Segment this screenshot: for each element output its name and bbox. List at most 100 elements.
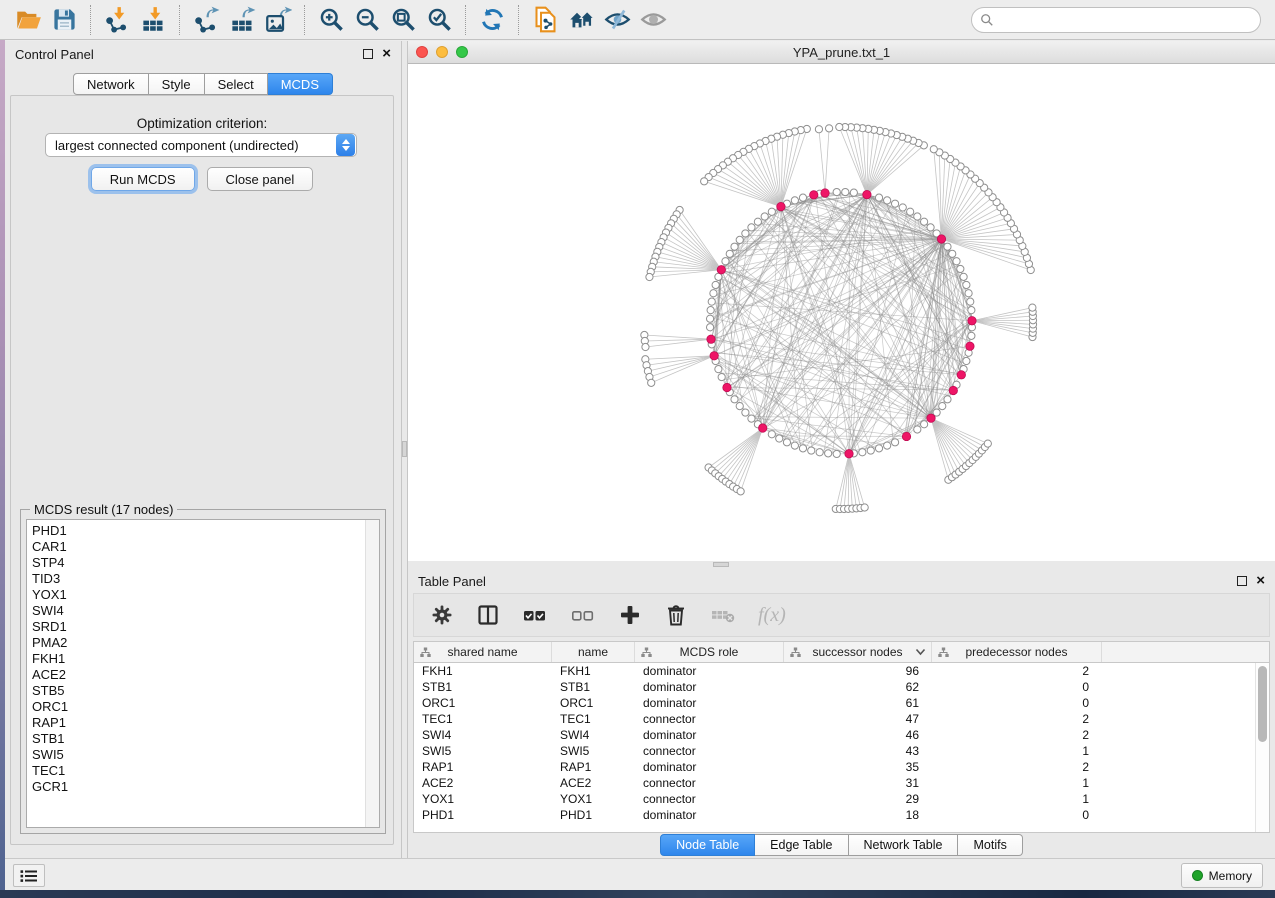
mcds-hub-node[interactable] xyxy=(863,190,871,198)
mcds-hub-node[interactable] xyxy=(821,189,829,197)
mcds-hub-node[interactable] xyxy=(957,371,965,379)
mcds-result-item[interactable]: STP4 xyxy=(32,555,379,571)
table-row[interactable]: FKH1FKH1dominator962 xyxy=(414,663,1255,679)
memory-button[interactable]: Memory xyxy=(1181,863,1263,888)
vertical-splitter[interactable] xyxy=(401,41,408,858)
close-panel-icon[interactable]: × xyxy=(382,49,391,59)
mcds-hub-node[interactable] xyxy=(759,424,767,432)
mcds-hub-node[interactable] xyxy=(723,383,731,391)
table-row[interactable]: ORC1ORC1dominator610 xyxy=(414,695,1255,711)
close-panel-button[interactable]: Close panel xyxy=(207,167,314,191)
mcds-hub-node[interactable] xyxy=(937,235,945,243)
new-network-from-selection-icon[interactable] xyxy=(527,4,563,36)
export-table-icon[interactable] xyxy=(224,4,260,36)
search-input[interactable] xyxy=(1000,12,1252,27)
mcds-hub-node[interactable] xyxy=(777,202,785,210)
horizontal-splitter[interactable] xyxy=(408,561,1275,568)
search-box[interactable] xyxy=(971,7,1261,33)
export-image-icon[interactable] xyxy=(260,4,296,36)
splitter-handle[interactable] xyxy=(713,562,729,567)
mcds-result-item[interactable]: SRD1 xyxy=(32,619,379,635)
network-view[interactable] xyxy=(408,64,1275,561)
table-row[interactable]: PHD1PHD1dominator180 xyxy=(414,807,1255,823)
zoom-out-icon[interactable] xyxy=(349,4,385,36)
window-minimize-icon[interactable] xyxy=(436,46,448,58)
window-maximize-icon[interactable] xyxy=(456,46,468,58)
export-network-icon[interactable] xyxy=(188,4,224,36)
mcds-hub-node[interactable] xyxy=(810,191,818,199)
delete-table-icon[interactable] xyxy=(710,603,736,627)
mcds-result-item[interactable]: ORC1 xyxy=(32,699,379,715)
run-mcds-button[interactable]: Run MCDS xyxy=(91,167,195,191)
table-body[interactable]: FKH1FKH1dominator962STB1STB1dominator620… xyxy=(414,663,1255,832)
mcds-result-item[interactable]: SWI5 xyxy=(32,747,379,763)
refresh-icon[interactable] xyxy=(474,4,510,36)
mcds-hub-node[interactable] xyxy=(949,386,957,394)
zoom-selected-icon[interactable] xyxy=(421,4,457,36)
mcds-hub-node[interactable] xyxy=(845,450,853,458)
column-header-shared-name[interactable]: shared name xyxy=(414,642,552,662)
mcds-result-item[interactable]: TID3 xyxy=(32,571,379,587)
close-panel-icon[interactable]: × xyxy=(1256,576,1265,586)
show-all-icon[interactable] xyxy=(635,4,671,36)
table-row[interactable]: YOX1YOX1connector291 xyxy=(414,791,1255,807)
mcds-result-item[interactable]: SWI4 xyxy=(32,603,379,619)
select-all-icon[interactable] xyxy=(522,603,548,627)
mcds-hub-node[interactable] xyxy=(717,266,725,274)
column-header-name[interactable]: name xyxy=(552,642,635,662)
network-graph[interactable] xyxy=(408,64,1275,561)
mcds-result-item[interactable]: STB5 xyxy=(32,683,379,699)
first-neighbors-icon[interactable] xyxy=(563,4,599,36)
tab-node-table[interactable]: Node Table xyxy=(660,834,755,856)
mcds-hub-node[interactable] xyxy=(710,352,718,360)
mcds-hub-node[interactable] xyxy=(966,342,974,350)
tab-edge-table[interactable]: Edge Table xyxy=(755,834,848,856)
mcds-result-item[interactable]: PMA2 xyxy=(32,635,379,651)
deselect-all-icon[interactable] xyxy=(570,603,596,627)
splitter-handle[interactable] xyxy=(402,441,407,457)
mcds-result-item[interactable]: CAR1 xyxy=(32,539,379,555)
mcds-result-item[interactable]: PHD1 xyxy=(32,523,379,539)
table-settings-icon[interactable] xyxy=(430,603,454,627)
import-network-icon[interactable] xyxy=(99,4,135,36)
tab-select[interactable]: Select xyxy=(205,73,268,95)
import-table-icon[interactable] xyxy=(135,4,171,36)
float-panel-icon[interactable] xyxy=(1237,576,1247,586)
tab-network-table[interactable]: Network Table xyxy=(849,834,959,856)
add-column-icon[interactable] xyxy=(618,603,642,627)
table-row[interactable]: TEC1TEC1connector472 xyxy=(414,711,1255,727)
optimization-criterion-select[interactable]: largest connected component (undirected) xyxy=(45,133,357,157)
tab-motifs[interactable]: Motifs xyxy=(958,834,1022,856)
mcds-result-item[interactable]: RAP1 xyxy=(32,715,379,731)
tab-style[interactable]: Style xyxy=(149,73,205,95)
mcds-result-item[interactable]: TEC1 xyxy=(32,763,379,779)
mcds-hub-node[interactable] xyxy=(902,432,910,440)
mcds-result-item[interactable]: GCR1 xyxy=(32,779,379,795)
table-scrollbar[interactable] xyxy=(1255,663,1269,832)
open-file-icon[interactable] xyxy=(10,4,46,36)
mcds-result-item[interactable]: YOX1 xyxy=(32,587,379,603)
table-row[interactable]: RAP1RAP1dominator352 xyxy=(414,759,1255,775)
column-header-successor-nodes[interactable]: successor nodes xyxy=(784,642,932,662)
table-row[interactable]: SWI5SWI5connector431 xyxy=(414,743,1255,759)
table-row[interactable]: STB1STB1dominator620 xyxy=(414,679,1255,695)
zoom-in-icon[interactable] xyxy=(313,4,349,36)
column-header-MCDS-role[interactable]: MCDS role xyxy=(635,642,784,662)
mcds-hub-node[interactable] xyxy=(927,414,935,422)
mcds-result-scrollbar[interactable] xyxy=(365,520,379,827)
tab-network[interactable]: Network xyxy=(73,73,149,95)
mcds-result-list[interactable]: PHD1CAR1STP4TID3YOX1SWI4SRD1PMA2FKH1ACE2… xyxy=(26,519,380,828)
zoom-fit-icon[interactable] xyxy=(385,4,421,36)
function-builder-icon[interactable]: f(x) xyxy=(758,604,786,627)
mcds-result-item[interactable]: STB1 xyxy=(32,731,379,747)
network-titlebar[interactable]: YPA_prune.txt_1 xyxy=(408,41,1275,64)
window-close-icon[interactable] xyxy=(416,46,428,58)
mcds-result-item[interactable]: FKH1 xyxy=(32,651,379,667)
float-panel-icon[interactable] xyxy=(363,49,373,59)
mcds-hub-node[interactable] xyxy=(968,317,976,325)
tab-mcds[interactable]: MCDS xyxy=(268,73,333,95)
table-row[interactable]: ACE2ACE2connector311 xyxy=(414,775,1255,791)
scrollbar-thumb[interactable] xyxy=(1258,666,1267,742)
delete-column-icon[interactable] xyxy=(664,603,688,627)
hide-selected-icon[interactable] xyxy=(599,4,635,36)
